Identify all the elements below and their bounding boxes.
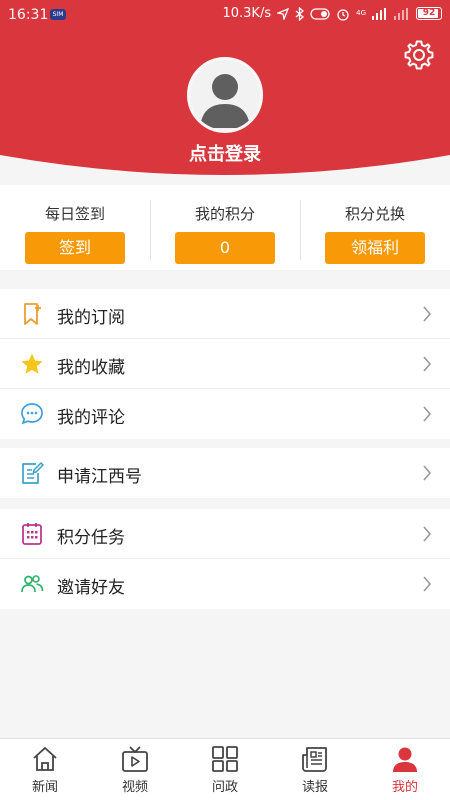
nav-item-politics[interactable]: 问政 <box>180 739 270 800</box>
chevron-right-icon <box>423 526 432 542</box>
menu-item-favorites[interactable]: 我的收藏 <box>0 339 450 389</box>
menu-item-points-tasks[interactable]: 积分任务 <box>0 509 450 559</box>
points-button[interactable]: 0 <box>175 232 275 264</box>
network-speed: 10.3K/s <box>222 6 272 21</box>
home-icon <box>33 747 57 771</box>
chevron-right-icon <box>423 576 432 592</box>
nav-item-news[interactable]: 新闻 <box>0 739 90 800</box>
bluetooth-icon <box>295 6 305 21</box>
chevron-right-icon <box>423 406 432 422</box>
signal-2-icon <box>394 7 408 20</box>
signal-icon <box>372 7 386 20</box>
stat-label: 每日签到 <box>44 205 105 223</box>
person-icon <box>393 747 417 772</box>
location-arrow-icon <box>277 7 290 20</box>
menu-label: 我的评论 <box>57 408 125 428</box>
status-bar: 16:31 SIM 10.3K/s 4G 92 <box>0 0 450 30</box>
toggle-icon <box>310 7 330 20</box>
menu-item-invite-friends[interactable]: 邀请好友 <box>0 559 450 609</box>
nav-label: 我的 <box>391 780 418 795</box>
nav-label: 读报 <box>301 780 328 795</box>
menu-group-apply: 申请江西号 <box>0 448 450 498</box>
sim-chip-icon: SIM <box>50 9 66 20</box>
status-time: 16:31 <box>8 7 49 23</box>
stat-points-exchange: 积分兑换 领福利 <box>300 185 450 270</box>
nav-label: 问政 <box>211 780 238 795</box>
menu-label: 我的订阅 <box>57 308 125 328</box>
calendar-icon <box>22 523 42 545</box>
nav-label: 新闻 <box>31 780 58 795</box>
chevron-right-icon <box>423 465 432 481</box>
menu-label: 我的收藏 <box>57 358 125 378</box>
stat-label: 我的积分 <box>194 205 255 223</box>
nav-label: 视频 <box>121 780 148 795</box>
chevron-right-icon <box>423 356 432 372</box>
tv-icon <box>122 746 148 772</box>
menu-item-subscriptions[interactable]: 我的订阅 <box>0 289 450 339</box>
stats-panel: 每日签到 签到 我的积分 0 积分兑换 领福利 <box>0 185 450 270</box>
chevron-right-icon <box>423 306 432 322</box>
menu-group-points: 积分任务 邀请好友 <box>0 509 450 609</box>
network-type: 4G <box>356 9 366 17</box>
newspaper-icon <box>302 747 327 772</box>
menu-label: 积分任务 <box>57 528 125 548</box>
bookmark-plus-icon <box>24 303 41 325</box>
friends-icon <box>21 575 44 593</box>
menu-group-personal: 我的订阅 我的收藏 我的评论 <box>0 289 450 439</box>
nav-item-newspaper[interactable]: 读报 <box>270 739 360 800</box>
battery-level: 92 <box>422 8 436 18</box>
comment-icon <box>21 403 43 425</box>
settings-gear-icon[interactable] <box>402 38 436 72</box>
nav-item-mine[interactable]: 我的 <box>360 739 450 800</box>
stat-label: 积分兑换 <box>344 205 405 223</box>
bottom-navigation: 新闻 视频 问政 读报 我的 <box>0 738 450 800</box>
menu-label: 邀请好友 <box>57 578 125 598</box>
edit-document-icon <box>22 461 44 484</box>
grid-icon <box>212 746 238 772</box>
status-indicators: 10.3K/s 4G 92 <box>222 6 442 21</box>
nav-item-video[interactable]: 视频 <box>90 739 180 800</box>
default-avatar-icon <box>200 74 250 128</box>
rewards-button[interactable]: 领福利 <box>325 232 425 264</box>
stat-daily-checkin: 每日签到 签到 <box>0 185 150 270</box>
checkin-button[interactable]: 签到 <box>25 232 125 264</box>
stat-my-points: 我的积分 0 <box>150 185 300 270</box>
profile-header: 16:31 SIM 10.3K/s 4G 92 点击登录 <box>0 0 450 180</box>
alarm-icon <box>337 8 349 21</box>
login-prompt[interactable]: 点击登录 <box>0 140 450 166</box>
avatar[interactable] <box>187 57 263 133</box>
menu-label: 申请江西号 <box>57 467 142 487</box>
battery-icon: 92 <box>416 7 442 20</box>
menu-item-comments[interactable]: 我的评论 <box>0 389 450 439</box>
menu-item-apply-jiangxi[interactable]: 申请江西号 <box>0 448 450 498</box>
star-icon <box>21 353 43 374</box>
